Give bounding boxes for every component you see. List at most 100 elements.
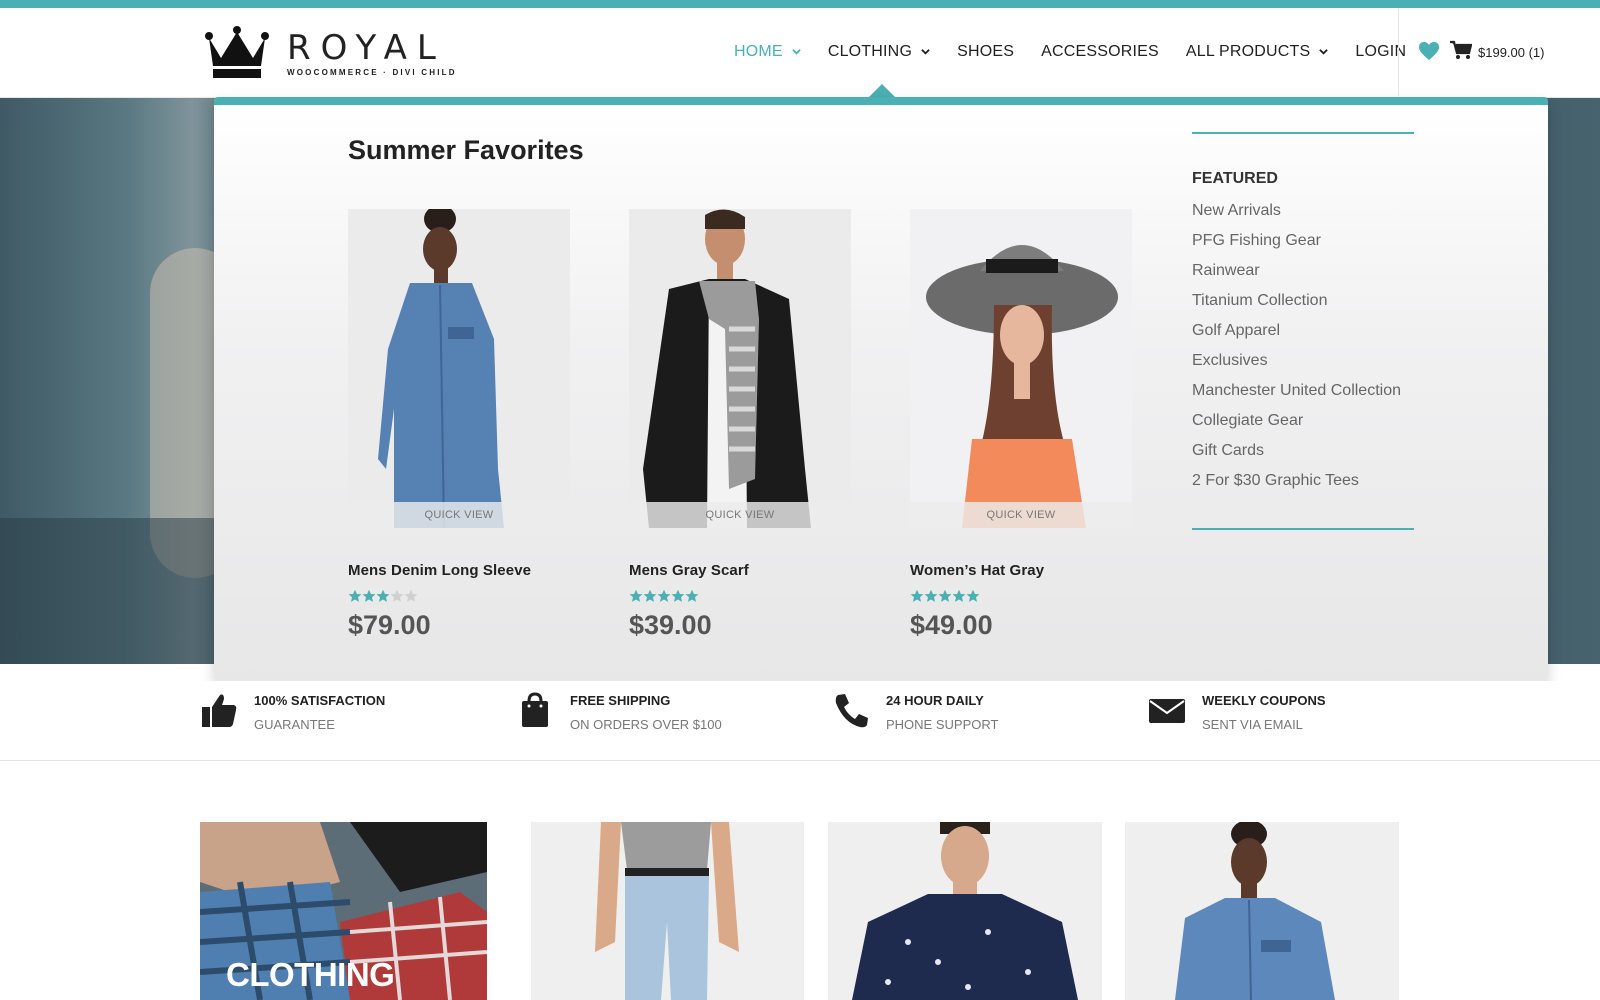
feature-subtitle: GUARANTEE — [254, 717, 335, 732]
product-card[interactable]: QUICK VIEW Mens Denim Long Sleeve $79.00 — [348, 209, 572, 641]
feature-title: FREE SHIPPING — [570, 693, 671, 708]
product-card[interactable]: QUICK VIEW Women’s Hat Gray $49.00 — [910, 209, 1134, 641]
nav-home[interactable]: HOME — [734, 43, 801, 61]
featured-link[interactable]: Titanium Collection — [1192, 286, 1414, 316]
thumbs-up-icon — [202, 694, 237, 727]
hero-blur-shape — [0, 518, 220, 664]
feature-title: 100% SATISFACTION — [254, 693, 386, 708]
cart-icon — [1450, 40, 1472, 59]
featured-link[interactable]: Gift Cards — [1192, 436, 1414, 466]
product-name[interactable]: Mens Denim Long Sleeve — [348, 562, 572, 579]
star-filled-icon — [685, 589, 699, 602]
product-name[interactable]: Women’s Hat Gray — [910, 562, 1134, 579]
featured-column: FEATURED New Arrivals PFG Fishing Gear R… — [1192, 132, 1414, 530]
star-filled-icon — [657, 589, 671, 602]
product-price: $39.00 — [629, 610, 712, 640]
product-image-scarf[interactable]: QUICK VIEW — [629, 209, 851, 528]
feature-item: 24 HOUR DAILY PHONE SUPPORT — [832, 691, 998, 733]
cart-total: $199.00 (1) — [1478, 44, 1545, 60]
star-filled-icon — [362, 589, 376, 602]
shopping-bag-icon — [522, 692, 548, 727]
mega-menu-title: Summer Favorites — [348, 135, 584, 165]
feature-title: WEEKLY COUPONS — [1202, 693, 1326, 708]
nav-all-products[interactable]: ALL PRODUCTS — [1186, 43, 1329, 61]
category-photo — [531, 822, 804, 1000]
feature-title: 24 HOUR DAILY — [886, 693, 984, 708]
featured-link[interactable]: 2 For $30 Graphic Tees — [1192, 466, 1414, 496]
nav-shoes-label: SHOES — [957, 43, 1015, 60]
nav-shoes[interactable]: SHOES — [957, 43, 1014, 61]
product-price: $79.00 — [348, 610, 431, 640]
star-filled-icon — [629, 589, 643, 602]
star-filled-icon — [938, 589, 952, 602]
site-logo[interactable]: ROYAL WOOCOMMERCE · DIVI CHILD — [205, 26, 457, 86]
feature-item: FREE SHIPPING ON ORDERS OVER $100 — [516, 691, 722, 733]
star-filled-icon — [376, 589, 390, 602]
category-tile-shirts[interactable] — [828, 822, 1102, 1000]
featured-link[interactable]: New Arrivals — [1192, 196, 1414, 226]
nav-accessories-label: ACCESSORIES — [1041, 43, 1159, 60]
product-card[interactable]: QUICK VIEW Mens Gray Scarf $39.00 — [629, 209, 853, 641]
star-filled-icon — [952, 589, 966, 602]
logo-title: ROYAL — [287, 28, 446, 68]
main-nav: HOME CLOTHING SHOES ACCESSORIES ALL PROD… — [734, 8, 1433, 96]
chevron-down-icon — [921, 48, 930, 55]
product-name[interactable]: Mens Gray Scarf — [629, 562, 853, 579]
featured-link[interactable]: PFG Fishing Gear — [1192, 226, 1414, 256]
product-rating — [629, 589, 853, 603]
featured-link[interactable]: Golf Apparel — [1192, 316, 1414, 346]
star-filled-icon — [643, 589, 657, 602]
category-tile-jeans[interactable] — [531, 822, 804, 1000]
star-filled-icon — [910, 589, 924, 602]
featured-link[interactable]: Rainwear — [1192, 256, 1414, 286]
quick-view-button[interactable]: QUICK VIEW — [629, 502, 851, 528]
product-rating — [910, 589, 1134, 603]
star-empty-icon — [404, 589, 418, 602]
featured-link[interactable]: Collegiate Gear — [1192, 406, 1414, 436]
category-label: CLOTHING — [226, 956, 395, 993]
featured-heading: FEATURED — [1192, 170, 1278, 187]
mega-menu: Summer Favorites QUICK VIEW Mens Denim L… — [214, 97, 1548, 681]
product-photo — [910, 209, 1132, 528]
features-strip: 100% SATISFACTION GUARANTEE FREE SHIPPIN… — [0, 681, 1600, 761]
product-rating — [348, 589, 572, 603]
mega-menu-pointer — [868, 84, 896, 98]
quick-view-button[interactable]: QUICK VIEW — [348, 502, 570, 528]
star-filled-icon — [966, 589, 980, 602]
star-filled-icon — [671, 589, 685, 602]
product-image-hat[interactable]: QUICK VIEW — [910, 209, 1132, 528]
quick-view-button[interactable]: QUICK VIEW — [910, 502, 1132, 528]
feature-subtitle: SENT VIA EMAIL — [1202, 717, 1303, 732]
nav-accessories[interactable]: ACCESSORIES — [1041, 43, 1159, 61]
top-accent-bar — [0, 0, 1600, 8]
feature-subtitle: PHONE SUPPORT — [886, 717, 999, 732]
product-photo — [629, 209, 851, 528]
product-photo — [348, 209, 570, 528]
category-tile-clothing[interactable]: CLOTHING — [200, 822, 487, 1000]
crown-icon — [205, 26, 269, 78]
product-price: $49.00 — [910, 610, 993, 640]
featured-link[interactable]: Exclusives — [1192, 346, 1414, 376]
logo-subtitle: WOOCOMMERCE · DIVI CHILD — [287, 68, 457, 77]
phone-icon — [835, 694, 868, 728]
category-tile-denim[interactable] — [1125, 822, 1399, 1000]
cart-button[interactable]: $199.00 (1) — [1450, 40, 1545, 60]
nav-all-products-label: ALL PRODUCTS — [1185, 43, 1311, 60]
featured-links: New Arrivals PFG Fishing Gear Rainwear T… — [1192, 196, 1414, 496]
chevron-down-icon — [792, 48, 801, 55]
feature-subtitle: ON ORDERS OVER $100 — [570, 717, 722, 732]
feature-item: WEEKLY COUPONS SENT VIA EMAIL — [1148, 691, 1326, 733]
feature-item: 100% SATISFACTION GUARANTEE — [200, 691, 385, 733]
featured-top-divider — [1192, 132, 1414, 134]
featured-bottom-divider — [1192, 528, 1414, 530]
featured-link[interactable]: Manchester United Collection — [1192, 376, 1414, 406]
envelope-icon — [1149, 699, 1185, 723]
nav-home-label: HOME — [734, 43, 783, 60]
nav-clothing[interactable]: CLOTHING — [828, 43, 930, 61]
wishlist-heart-icon[interactable] — [1418, 41, 1440, 61]
site-header: ROYAL WOOCOMMERCE · DIVI CHILD HOME CLOT… — [0, 8, 1600, 98]
category-photo — [828, 822, 1102, 1000]
category-photo — [1125, 822, 1399, 1000]
product-image-denim[interactable]: QUICK VIEW — [348, 209, 570, 528]
nav-clothing-label: CLOTHING — [827, 43, 913, 60]
